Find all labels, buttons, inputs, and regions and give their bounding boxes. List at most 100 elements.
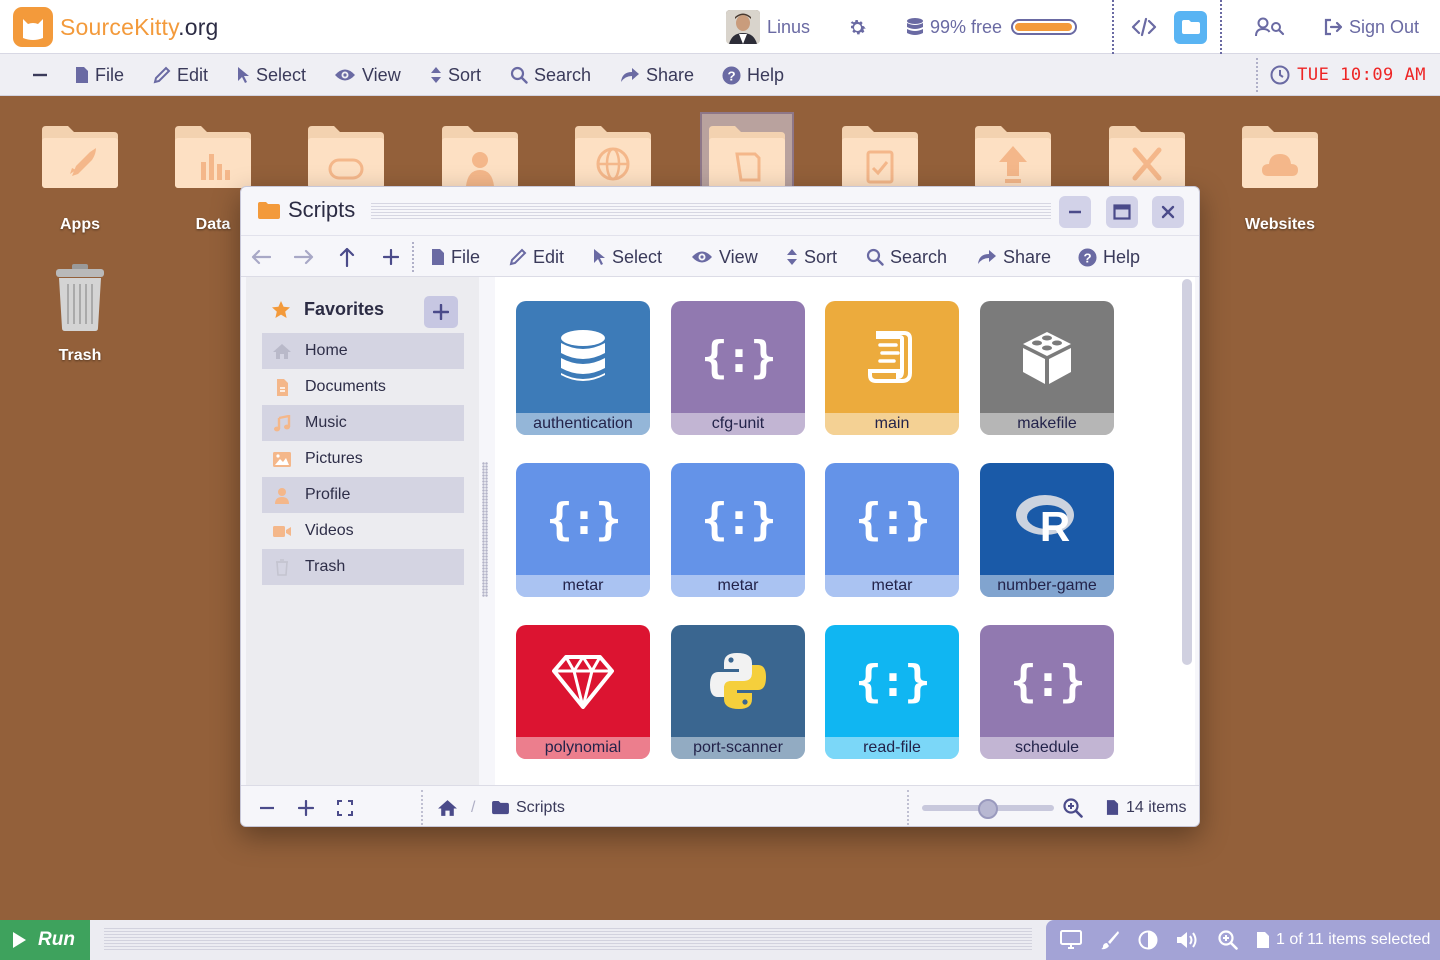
file-grid: authentication {:} cfg-unit main makefile {:}… [495, 277, 1195, 785]
sidebar-item-pictures[interactable]: Pictures [262, 441, 464, 477]
file-tile[interactable]: {:} cfg-unit [671, 301, 805, 435]
menu-share[interactable]: Share [620, 54, 694, 96]
divider [1256, 58, 1258, 92]
favorites-heading-label: Favorites [304, 299, 385, 319]
zoom-out-button[interactable] [259, 786, 275, 826]
menu-view[interactable]: View [334, 54, 401, 96]
taskbar: Run 1 of 11 items selected [0, 920, 1440, 960]
back-button[interactable] [251, 236, 277, 278]
menu-edit[interactable]: Edit [153, 54, 208, 96]
sidebar-item-home[interactable]: Home [262, 333, 464, 369]
file-tile[interactable]: {:} metar [516, 463, 650, 597]
r-lang-icon: R [980, 463, 1114, 575]
file-tile[interactable]: port-scanner [671, 625, 805, 759]
breadcrumb-home[interactable] [437, 786, 458, 826]
menu-file[interactable]: File [75, 54, 124, 96]
volume-icon[interactable] [1176, 930, 1200, 950]
braces-glyph: {:} [701, 331, 776, 383]
menu-select[interactable]: Select [236, 54, 306, 96]
taskbar-task-area[interactable] [104, 928, 1032, 952]
forward-button[interactable] [294, 236, 320, 278]
scrollbar-thumb[interactable] [1182, 279, 1192, 665]
user-menu[interactable]: Linus [726, 0, 810, 54]
file-tile[interactable]: {:} read-file [825, 625, 959, 759]
file-manager-button[interactable] [1174, 0, 1207, 54]
monitor-icon[interactable] [1060, 930, 1082, 950]
sign-out-button[interactable]: Sign Out [1324, 0, 1419, 54]
titlebar-grip[interactable] [371, 203, 1051, 221]
window-menu-file[interactable]: File [431, 236, 480, 278]
window-close-button[interactable] [1152, 196, 1184, 228]
database-icon [907, 18, 923, 35]
up-button[interactable] [339, 236, 361, 278]
zoom-in-icon[interactable] [1218, 930, 1238, 950]
minimize-menu-button[interactable] [32, 54, 54, 96]
menu-sort-label: Sort [448, 64, 482, 85]
window-titlebar[interactable]: Scripts [241, 187, 1199, 235]
cat-logo-icon[interactable] [13, 7, 53, 47]
sidebar-item-label: Home [305, 342, 348, 359]
run-button[interactable]: Run [0, 920, 90, 960]
window-menu-share[interactable]: Share [977, 236, 1051, 278]
zoom-slider[interactable] [922, 799, 1054, 819]
close-icon [1161, 205, 1175, 219]
avatar [726, 10, 760, 44]
storage-text: 99% free [930, 16, 1003, 37]
window-menu-select[interactable]: Select [592, 236, 662, 278]
menu-file-label: File [95, 64, 125, 85]
contrast-icon[interactable] [1138, 930, 1158, 950]
sidebar-item-music[interactable]: Music [262, 405, 464, 441]
storage-indicator[interactable]: 99% free [906, 0, 1078, 54]
window-menu-help[interactable]: ? Help [1078, 236, 1140, 278]
window-minimize-button[interactable] [1059, 196, 1091, 228]
add-favorite-button[interactable] [424, 296, 458, 328]
sidebar-item-label: Videos [305, 522, 354, 539]
desktop-icon-label: Websites [1245, 216, 1315, 233]
file-tile[interactable]: authentication [516, 301, 650, 435]
new-button[interactable] [383, 236, 405, 278]
window-menu-search[interactable]: Search [866, 236, 947, 278]
file-tile[interactable]: polynomial [516, 625, 650, 759]
site-logo-text[interactable]: SourceKitty.org [60, 14, 219, 41]
content-scrollbar[interactable] [1182, 279, 1192, 665]
window-menu-sort[interactable]: Sort [786, 236, 837, 278]
sidebar-item-documents[interactable]: Documents [262, 369, 464, 405]
settings-button[interactable] [847, 0, 868, 54]
sidebar-item-profile[interactable]: Profile [262, 477, 464, 513]
window-maximize-button[interactable] [1106, 196, 1138, 228]
window-menu-view[interactable]: View [691, 236, 758, 278]
file-tile[interactable]: main [825, 301, 959, 435]
file-tile[interactable]: makefile [980, 301, 1114, 435]
file-tile[interactable]: {:} metar [825, 463, 959, 597]
user-search-button[interactable] [1255, 0, 1285, 54]
sidebar-item-trash[interactable]: Trash [262, 549, 464, 585]
zoom-slider-knob[interactable] [978, 799, 998, 819]
file-tile[interactable]: Rnumber-game [980, 463, 1114, 597]
menu-help[interactable]: ? Help [722, 54, 784, 96]
sidebar-resize-handle[interactable] [482, 462, 488, 597]
code-view-button[interactable] [1131, 0, 1157, 54]
menu-sort[interactable]: Sort [430, 54, 481, 96]
pencil-icon [509, 248, 527, 266]
gear-icon [850, 19, 866, 34]
window-menu-edit[interactable]: Edit [509, 236, 564, 278]
zoom-icon-button[interactable] [1063, 786, 1083, 826]
eye-icon [692, 251, 712, 263]
user-search-icon [1255, 17, 1285, 37]
braces-icon: {:} [671, 463, 805, 575]
menu-search[interactable]: Search [510, 54, 591, 96]
braces-glyph: {:} [546, 493, 621, 545]
file-tile[interactable]: {:} metar [671, 463, 805, 597]
fullscreen-button[interactable] [337, 786, 353, 826]
paintbrush-icon[interactable] [1100, 930, 1120, 950]
file-tile[interactable]: {:} schedule [980, 625, 1114, 759]
file-name-label: metar [516, 575, 650, 597]
folder-chart-icon [175, 126, 251, 188]
help-icon: ? [1078, 247, 1097, 267]
zoom-in-button[interactable] [298, 786, 314, 826]
sidebar-item-videos[interactable]: Videos [262, 513, 464, 549]
arrow-right-icon [294, 249, 314, 265]
desktop-icon-label: Apps [60, 216, 100, 233]
plus-icon [298, 799, 314, 816]
breadcrumb-current[interactable]: Scripts [491, 786, 565, 826]
